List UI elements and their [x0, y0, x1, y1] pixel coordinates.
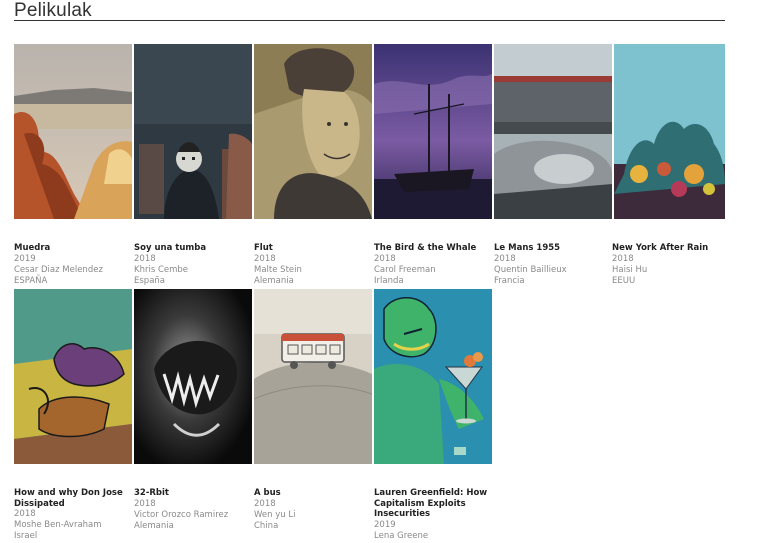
film-title[interactable]: Soy una tumba — [134, 243, 252, 254]
film-title-line[interactable]: How and why Don Jose — [14, 488, 132, 499]
film-country: España — [134, 275, 165, 286]
film-thumbnail-32-rbit[interactable] — [134, 289, 252, 464]
film-country: Alemania — [254, 275, 294, 286]
film-title[interactable]: Muedra — [14, 243, 132, 254]
film-thumbnail-a-bus[interactable] — [254, 289, 372, 464]
film-title-line[interactable]: Insecurities — [374, 509, 492, 520]
film-director: Lena Greene — [374, 530, 429, 541]
film-director: Victor Orozco Ramirez — [134, 509, 229, 520]
film-year: 2018 — [494, 253, 516, 264]
film-year: 2019 — [14, 253, 36, 264]
film-director: Carol Freeman — [374, 264, 436, 275]
film-country: Irlanda — [374, 275, 404, 286]
film-country: China — [254, 520, 279, 531]
film-title[interactable]: 32-Rbit — [134, 488, 252, 499]
film-year: 2018 — [374, 253, 396, 264]
film-title-line[interactable]: Dissipated — [14, 499, 132, 510]
film-title[interactable]: Flut — [254, 243, 372, 254]
film-thumbnail-muedra[interactable] — [14, 44, 132, 219]
film-director: Wen yu Li — [254, 509, 296, 520]
film-director: Malte Stein — [254, 264, 302, 275]
film-country: ESPAÑA — [14, 275, 48, 286]
film-year: 2019 — [374, 519, 396, 530]
film-title-line[interactable]: Capitalism Exploits — [374, 499, 492, 510]
film-year: 2018 — [254, 253, 276, 264]
page-title: Pelikulak — [14, 0, 92, 21]
film-director: Khris Cembe — [134, 264, 189, 275]
film-title[interactable]: A bus — [254, 488, 372, 499]
film-thumbnail-flut[interactable] — [254, 44, 372, 219]
film-title[interactable]: Le Mans 1955 — [494, 243, 612, 254]
film-thumbnail-how-and-why-don-jose-dissipated[interactable] — [14, 289, 132, 464]
film-title[interactable]: New York After Rain — [612, 243, 730, 254]
film-country: Israel — [14, 531, 38, 542]
film-country: Alemania — [134, 520, 174, 531]
film-year: 2018 — [14, 509, 36, 519]
film-thumbnail-le-mans-1955[interactable] — [494, 44, 612, 219]
film-year: 2018 — [134, 498, 156, 509]
film-director: Haisi Hu — [612, 264, 648, 275]
film-year: 2018 — [134, 253, 156, 264]
title-divider — [14, 20, 725, 21]
film-year: 2018 — [254, 498, 276, 509]
film-thumbnail-soy-una-tumba[interactable] — [134, 44, 252, 219]
film-director: Moshe Ben-Avraham — [14, 520, 102, 531]
film-year: 2018 — [612, 253, 634, 264]
film-director: Quentin Baillieux — [494, 264, 567, 275]
film-director: Cesar Diaz Melendez — [14, 264, 103, 275]
film-country: EEUU — [612, 275, 636, 286]
film-thumbnail-the-bird-and-the-whale[interactable] — [374, 44, 492, 219]
film-title[interactable]: The Bird & the Whale — [374, 243, 492, 254]
film-thumbnail-new-york-after-rain[interactable] — [614, 44, 725, 219]
film-country: Francia — [494, 275, 525, 286]
film-title-line[interactable]: Lauren Greenfield: How — [374, 488, 492, 499]
film-thumbnail-lauren-greenfield[interactable] — [374, 289, 492, 464]
